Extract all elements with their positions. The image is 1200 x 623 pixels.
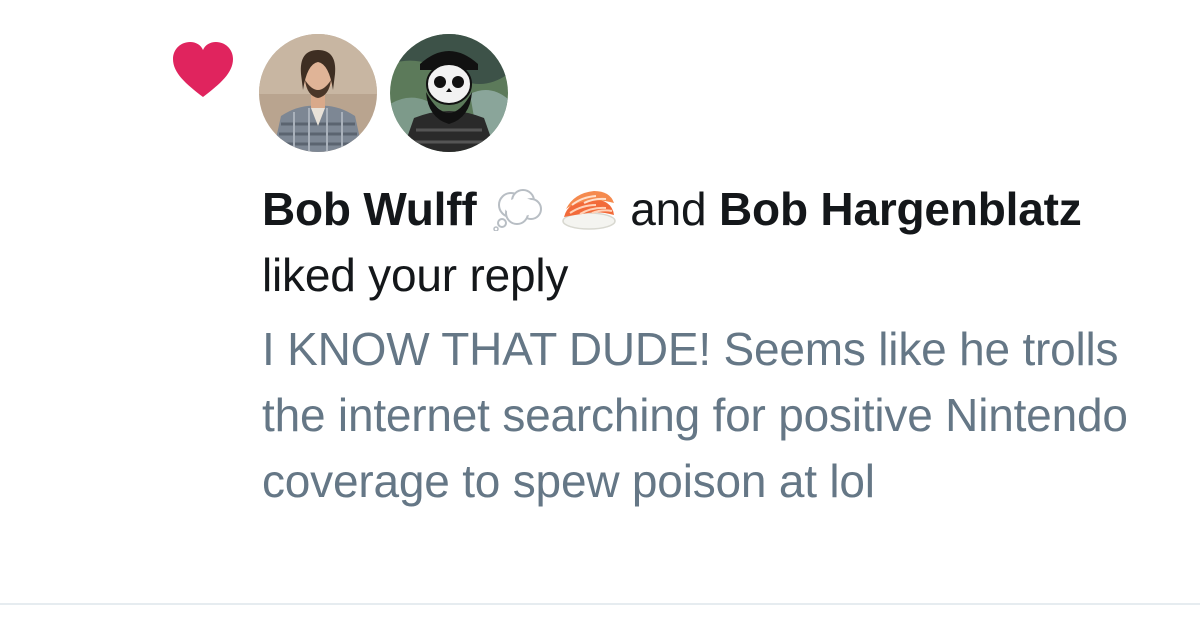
avatar[interactable] — [259, 34, 377, 152]
like-notification[interactable]: Bob Wulff and Bob Hargenblatz liked your… — [0, 0, 1200, 604]
avatar[interactable] — [390, 34, 508, 152]
notification-summary: Bob Wulff and Bob Hargenblatz liked your… — [262, 176, 1162, 308]
thought-balloon-icon — [493, 189, 543, 231]
sushi-icon — [561, 191, 616, 230]
reply-text: I KNOW THAT DUDE! Seems like he trolls t… — [262, 323, 1128, 507]
user-name[interactable]: Bob Hargenblatz — [719, 183, 1082, 235]
user-name[interactable]: Bob Wulff — [262, 183, 477, 235]
heart-icon — [173, 42, 233, 97]
divider — [0, 603, 1200, 605]
connector-text: and — [630, 183, 707, 235]
action-text: liked your reply — [262, 249, 569, 301]
